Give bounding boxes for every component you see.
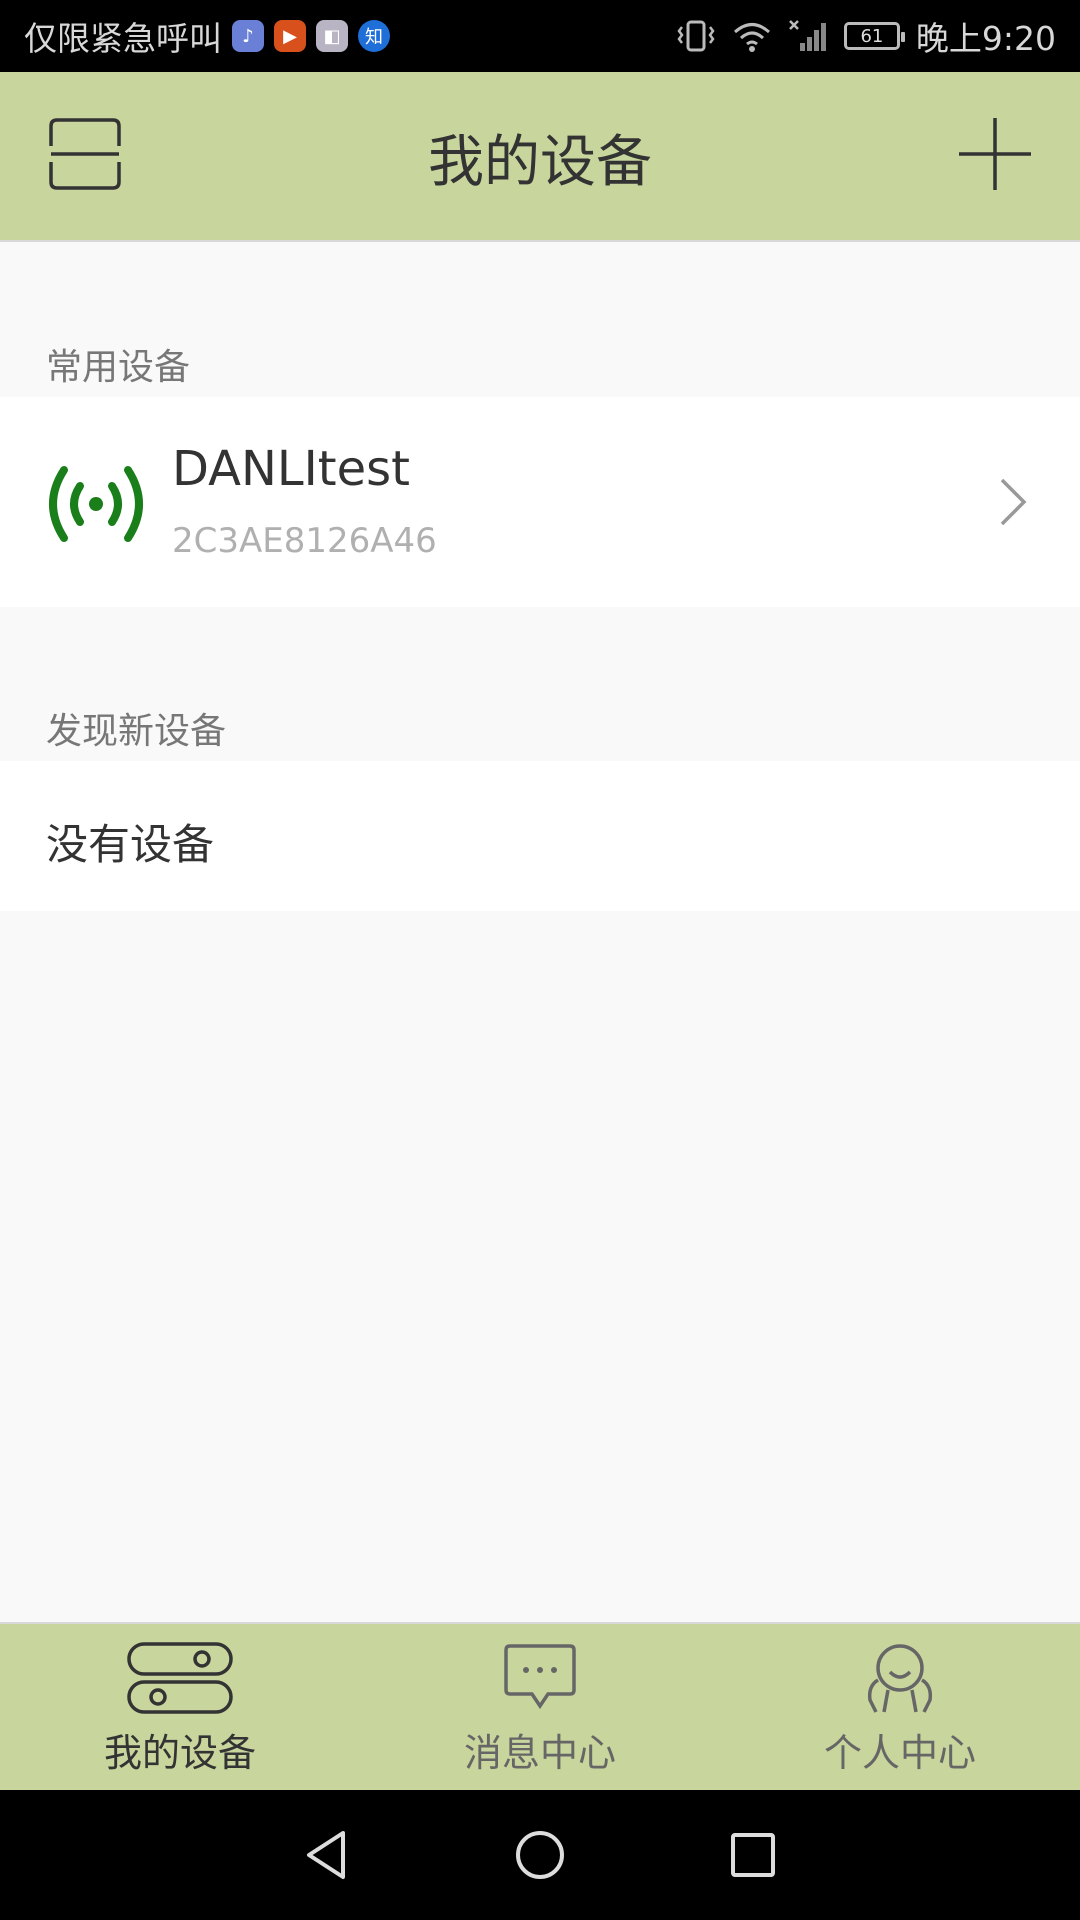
empty-state-text: 没有设备 <box>46 820 215 869</box>
device-mac: 2C3AE8126A46 <box>172 521 437 561</box>
bottom-nav: 我的设备 消息中心 个人中心 <box>0 1622 1080 1790</box>
chevron-right-icon <box>1000 478 1027 526</box>
devices-icon <box>127 1642 233 1714</box>
home-icon[interactable] <box>512 1827 568 1883</box>
signal-icon <box>789 20 826 51</box>
carrier-text: 仅限紧急呼叫 <box>24 19 222 58</box>
section-title-discover: 发现新设备 <box>46 711 227 752</box>
app-header: 我的设备 <box>0 72 1080 242</box>
zhihu-icon: 知 <box>358 20 390 52</box>
tab-message-center[interactable]: 消息中心 <box>360 1624 720 1790</box>
section-title-common: 常用设备 <box>46 347 191 388</box>
tab-personal-center[interactable]: 个人中心 <box>720 1624 1080 1790</box>
back-icon[interactable] <box>299 1827 355 1883</box>
status-bar: 仅限紧急呼叫 ♪ ▶ ◧ 知 61 晚上9:20 <box>0 0 1080 72</box>
wifi-icon <box>733 23 770 52</box>
tab-my-devices[interactable]: 我的设备 <box>0 1624 360 1790</box>
empty-state: 没有设备 <box>0 761 1080 911</box>
clock: 晚上9:20 <box>915 19 1056 58</box>
tab-label: 我的设备 <box>103 1731 256 1775</box>
add-device-button[interactable] <box>950 109 1040 199</box>
message-icon <box>504 1644 576 1710</box>
signal-broadcast-icon <box>49 466 143 542</box>
video-icon: ▶ <box>274 20 306 52</box>
page-title: 我的设备 <box>428 129 652 195</box>
device-name: DANLItest <box>172 441 410 497</box>
gallery-icon: ◧ <box>316 20 348 52</box>
device-list-item[interactable]: DANLItest 2C3AE8126A46 <box>0 397 1080 607</box>
person-icon <box>867 1644 933 1713</box>
tab-label: 消息中心 <box>463 1731 616 1775</box>
recents-icon[interactable] <box>725 1827 781 1883</box>
plus-icon <box>959 118 1031 190</box>
battery-level: 61 <box>860 25 884 47</box>
status-bar-left: 仅限紧急呼叫 ♪ ▶ ◧ 知 <box>24 12 390 60</box>
tab-label: 个人中心 <box>823 1731 976 1775</box>
music-icon: ♪ <box>232 20 264 52</box>
battery-icon: 61 <box>843 22 905 50</box>
status-bar-right: 61 晚上9:20 <box>676 12 1056 60</box>
vibrate-icon <box>677 20 715 52</box>
system-nav-bar <box>0 1790 1080 1920</box>
